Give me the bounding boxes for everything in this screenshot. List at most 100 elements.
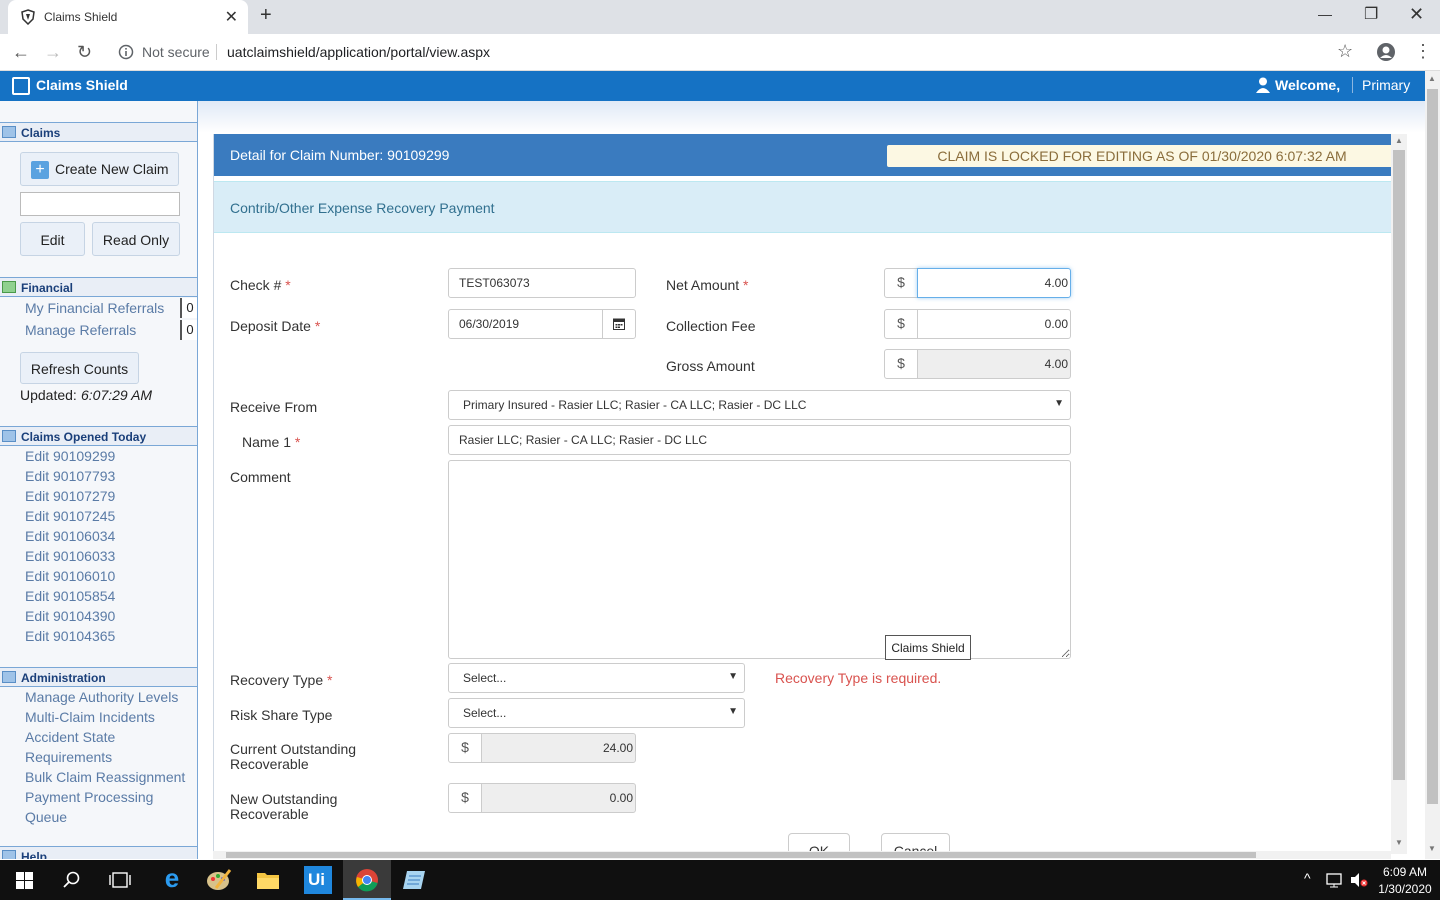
deposit-date-input[interactable]: [448, 309, 604, 339]
recovery-type-error: Recovery Type is required.: [775, 670, 942, 686]
scroll-down-icon[interactable]: ▼: [1428, 844, 1436, 853]
tab-close-icon[interactable]: ✕: [225, 7, 238, 27]
scrollbar-thumb[interactable]: [1427, 89, 1438, 804]
task-view-icon[interactable]: [109, 871, 131, 889]
currency-addon: $: [884, 309, 918, 339]
required-mark: *: [743, 277, 749, 293]
panel-vertical-scrollbar[interactable]: ▲ ▼: [1391, 134, 1407, 854]
manage-referrals-link[interactable]: Manage Referrals: [25, 322, 136, 338]
edit-button[interactable]: Edit: [20, 222, 85, 256]
uipath-icon[interactable]: Ui: [304, 866, 332, 894]
star-icon[interactable]: ☆: [1337, 41, 1353, 62]
comment-textarea[interactable]: [448, 460, 1071, 659]
ie-icon[interactable]: e: [154, 863, 190, 893]
file-explorer-icon[interactable]: [256, 870, 280, 890]
refresh-counts-button[interactable]: Refresh Counts: [20, 352, 139, 384]
back-icon[interactable]: ←: [12, 42, 30, 63]
claim-opened-link[interactable]: Edit 90105854: [25, 588, 115, 604]
manage-referrals-count: 0: [180, 320, 197, 340]
menu-icon[interactable]: ⋮: [1414, 41, 1432, 62]
net-amount-input[interactable]: [917, 268, 1071, 298]
financial-icon: [2, 281, 16, 293]
window-close-icon[interactable]: ✕: [1409, 4, 1424, 25]
risk-share-type-select[interactable]: Select... ▼: [448, 698, 745, 728]
forward-icon[interactable]: →: [44, 42, 62, 63]
volume-muted-icon[interactable]: [1350, 872, 1368, 888]
claim-opened-link[interactable]: Edit 90106033: [25, 548, 115, 564]
my-financial-referrals-link[interactable]: My Financial Referrals: [25, 300, 164, 316]
new-outstanding-label: New Outstanding Recoverable: [230, 791, 338, 822]
notepad-icon[interactable]: [403, 869, 427, 891]
collection-fee-label: Collection Fee: [666, 318, 756, 334]
scroll-up-icon[interactable]: ▲: [1395, 136, 1403, 145]
profile-icon[interactable]: [1376, 42, 1396, 62]
bulk-claim-reassignment-link[interactable]: Bulk Claim Reassignment: [25, 769, 185, 785]
claim-opened-link[interactable]: Edit 90104390: [25, 608, 115, 624]
app-name[interactable]: Claims Shield: [36, 77, 128, 93]
manage-authority-levels-link[interactable]: Manage Authority Levels: [25, 689, 178, 705]
multi-claim-incidents-link[interactable]: Multi-Claim Incidents: [25, 709, 155, 725]
risk-share-type-value: Select...: [463, 706, 507, 720]
paint-icon[interactable]: [206, 868, 232, 892]
welcome-label: Welcome,: [1275, 77, 1341, 93]
maximize-icon[interactable]: ❐: [1364, 4, 1378, 24]
search-icon[interactable]: [63, 871, 81, 889]
claim-opened-link[interactable]: Edit 90107793: [25, 468, 115, 484]
claim-opened-link[interactable]: Edit 90106010: [25, 568, 115, 584]
sidebar-section-label: Claims: [21, 126, 61, 140]
scroll-up-icon[interactable]: ▲: [1428, 74, 1436, 83]
info-icon[interactable]: [118, 44, 134, 60]
receive-from-select[interactable]: Primary Insured - Rasier LLC; Rasier - C…: [448, 390, 1071, 420]
payment-processing-queue-link[interactable]: Queue: [25, 809, 67, 825]
address-bar[interactable]: Not secure uatclaimshield/application/po…: [110, 38, 1360, 66]
reload-icon[interactable]: ↻: [77, 42, 92, 63]
user-name-link[interactable]: Primary: [1352, 77, 1410, 93]
claim-detail-panel: Detail for Claim Number: 90109299 CLAIM …: [213, 134, 1391, 854]
recovery-type-select[interactable]: Select... ▼: [448, 663, 745, 693]
minimize-icon[interactable]: —: [1318, 6, 1332, 22]
network-icon[interactable]: [1326, 872, 1344, 888]
chrome-taskbar-button[interactable]: [343, 860, 391, 900]
sidebar-section-label: Help: [21, 850, 48, 859]
start-icon[interactable]: [16, 872, 33, 889]
required-mark: *: [314, 318, 321, 334]
check-number-input[interactable]: [448, 268, 636, 298]
scrollbar-thumb[interactable]: [1393, 150, 1405, 780]
claim-search-input[interactable]: [20, 192, 180, 216]
recovery-type-value: Select...: [463, 671, 507, 685]
current-outstanding-label: Current Outstanding Recoverable: [230, 741, 357, 772]
clock-time: 6:09 AM: [1382, 865, 1428, 879]
claim-opened-link[interactable]: Edit 90107245: [25, 508, 115, 524]
new-tab-icon[interactable]: +: [260, 4, 272, 27]
tray-chevron-icon[interactable]: ^: [1304, 870, 1311, 886]
net-amount-label: Net Amount *: [666, 277, 749, 293]
scrollbar-thumb[interactable]: [226, 852, 1256, 858]
collection-fee-input[interactable]: [917, 309, 1071, 339]
name1-label: Name 1 *: [242, 434, 301, 450]
panel-title: Detail for Claim Number: 90109299: [230, 147, 450, 163]
browser-tab[interactable]: Claims Shield ✕: [8, 0, 248, 34]
panel-header: Detail for Claim Number: 90109299 CLAIM …: [214, 134, 1391, 176]
claim-opened-link[interactable]: Edit 90106034: [25, 528, 115, 544]
payment-processing-queue-link[interactable]: Payment Processing: [25, 789, 153, 805]
claim-opened-link[interactable]: Edit 90109299: [25, 448, 115, 464]
create-new-claim-button[interactable]: + Create New Claim: [20, 152, 179, 186]
accident-state-requirements-link[interactable]: Accident State: [25, 729, 115, 745]
page-vertical-scrollbar[interactable]: ▲ ▼: [1425, 71, 1440, 859]
accident-state-requirements-link[interactable]: Requirements: [25, 749, 112, 765]
taskbar-clock[interactable]: 6:09 AM 1/30/2020: [1376, 864, 1434, 898]
read-only-button[interactable]: Read Only: [92, 222, 180, 256]
comment-label: Comment: [230, 469, 291, 485]
calendar-icon: [613, 318, 625, 330]
name1-input[interactable]: [448, 425, 1071, 455]
claims-opened-icon: [2, 430, 16, 442]
panel-horizontal-scrollbar[interactable]: [213, 851, 1391, 859]
claim-opened-link[interactable]: Edit 90107279: [25, 488, 115, 504]
sidebar: Claims + Create New Claim Edit Read Only…: [0, 101, 198, 859]
url-text[interactable]: uatclaimshield/application/portal/view.a…: [227, 44, 490, 60]
calendar-button[interactable]: [602, 309, 636, 339]
gross-amount-label: Gross Amount: [666, 358, 755, 374]
scroll-down-icon[interactable]: ▼: [1395, 838, 1403, 847]
claim-opened-link[interactable]: Edit 90104365: [25, 628, 115, 644]
plus-icon: +: [31, 161, 49, 179]
